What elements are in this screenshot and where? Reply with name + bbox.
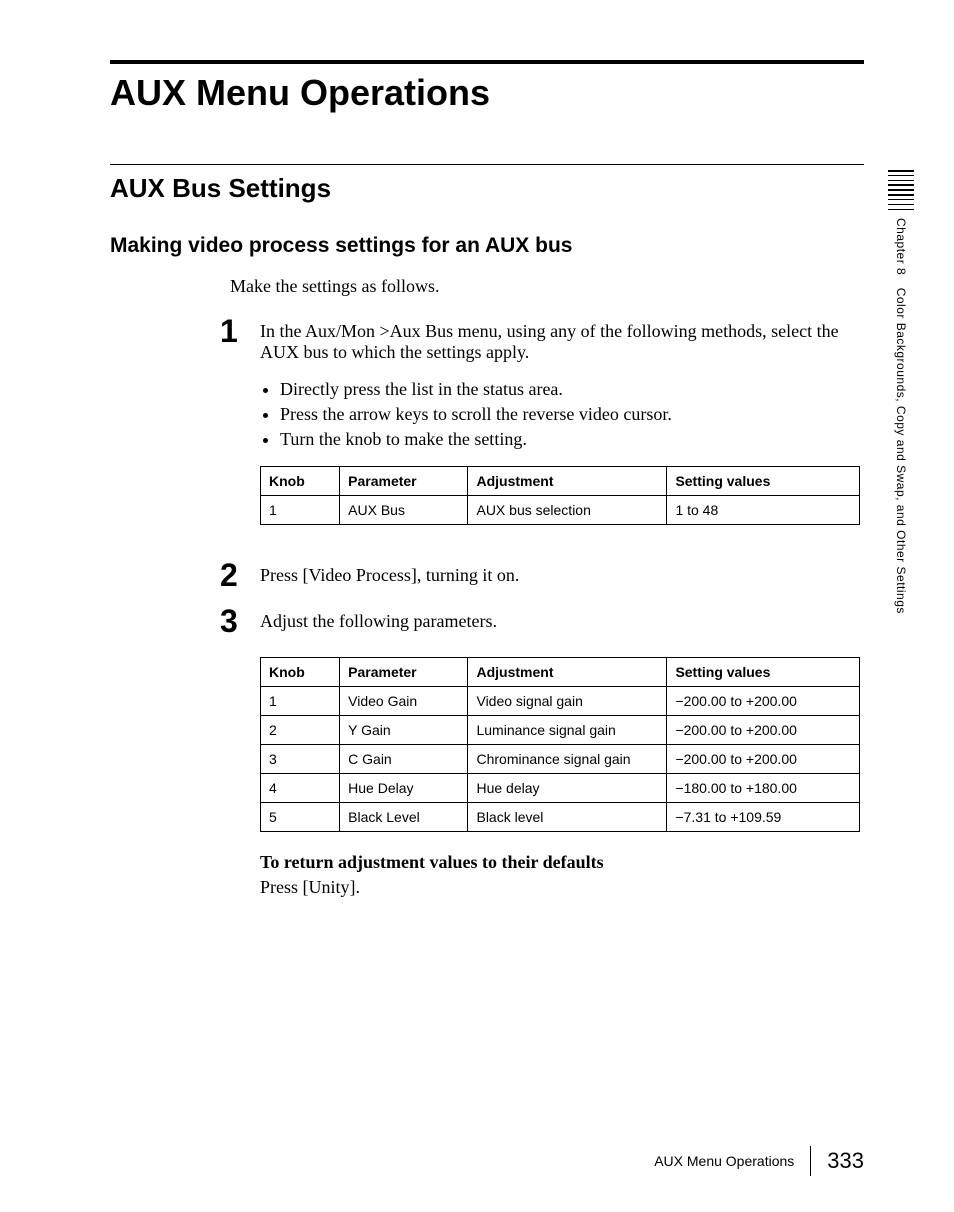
side-tab-text: Chapter 8 Color Backgrounds, Copy and Sw… [894,218,908,614]
section-rule [110,164,864,165]
table-row: 1 Video Gain Video signal gain −200.00 t… [261,687,860,716]
table-cell: 3 [261,745,340,774]
title-rule [110,60,864,64]
table-header-row: Knob Parameter Adjustment Setting values [261,658,860,687]
table-cell: Video signal gain [468,687,667,716]
table-row: 2 Y Gain Luminance signal gain −200.00 t… [261,716,860,745]
footer-title: AUX Menu Operations [654,1153,794,1169]
page-footer: AUX Menu Operations 333 [654,1146,864,1176]
table-cell: 2 [261,716,340,745]
table-cell: −7.31 to +109.59 [667,803,860,832]
defaults-heading: To return adjustment values to their def… [260,852,864,873]
table-header: Setting values [667,467,860,496]
footer-page-number: 333 [827,1148,864,1174]
table-header: Knob [261,658,340,687]
table-row: 3 C Gain Chrominance signal gain −200.00… [261,745,860,774]
table-cell: AUX bus selection [468,496,667,525]
side-tab-bars-icon [888,170,914,210]
table-header: Parameter [340,467,468,496]
table-cell: Y Gain [340,716,468,745]
table-cell: Hue Delay [340,774,468,803]
bullet-item: Press the arrow keys to scroll the rever… [280,404,864,425]
table-cell: −200.00 to +200.00 [667,745,860,774]
table-cell: C Gain [340,745,468,774]
subsection-title: Making video process settings for an AUX… [110,234,864,258]
section-title: AUX Bus Settings [110,173,864,204]
table-header: Adjustment [468,658,667,687]
step-number: 2 [220,559,252,591]
step-2: 2 Press [Video Process], turning it on. [220,565,864,591]
defaults-block: To return adjustment values to their def… [260,852,864,898]
table-header: Knob [261,467,340,496]
table-cell: Chrominance signal gain [468,745,667,774]
step-text: Press [Video Process], turning it on. [260,565,519,585]
table-row: 4 Hue Delay Hue delay −180.00 to +180.00 [261,774,860,803]
table-header: Adjustment [468,467,667,496]
step-1: 1 In the Aux/Mon >Aux Bus menu, using an… [220,321,864,545]
step-text: In the Aux/Mon >Aux Bus menu, using any … [260,321,839,362]
knob-table-2: Knob Parameter Adjustment Setting values… [260,657,860,832]
step-number: 3 [220,605,252,637]
table-header: Setting values [667,658,860,687]
table-cell: Luminance signal gain [468,716,667,745]
table-cell: Hue delay [468,774,667,803]
step-number: 1 [220,315,252,347]
table-cell: Video Gain [340,687,468,716]
side-tab: Chapter 8 Color Backgrounds, Copy and Sw… [888,170,914,614]
table-cell: −180.00 to +180.00 [667,774,860,803]
step-text: Adjust the following parameters. [260,611,497,631]
table-header: Parameter [340,658,468,687]
table-header-row: Knob Parameter Adjustment Setting values [261,467,860,496]
table-cell: 1 [261,687,340,716]
table-cell: 4 [261,774,340,803]
footer-divider [810,1146,811,1176]
knob-table-1: Knob Parameter Adjustment Setting values… [260,466,860,525]
step-3: 3 Adjust the following parameters. [220,611,864,637]
page-title: AUX Menu Operations [110,72,864,114]
bullet-item: Turn the knob to make the setting. [280,429,864,450]
table-cell: −200.00 to +200.00 [667,716,860,745]
defaults-text: Press [Unity]. [260,877,864,898]
intro-text: Make the settings as follows. [230,276,864,297]
table-cell: AUX Bus [340,496,468,525]
table-cell: 1 [261,496,340,525]
table-row: 5 Black Level Black level −7.31 to +109.… [261,803,860,832]
bullet-item: Directly press the list in the status ar… [280,379,864,400]
table-cell: 5 [261,803,340,832]
table-cell: Black Level [340,803,468,832]
table-cell: −200.00 to +200.00 [667,687,860,716]
table-row: 1 AUX Bus AUX bus selection 1 to 48 [261,496,860,525]
table-cell: 1 to 48 [667,496,860,525]
step-bullets: Directly press the list in the status ar… [280,379,864,450]
table-cell: Black level [468,803,667,832]
